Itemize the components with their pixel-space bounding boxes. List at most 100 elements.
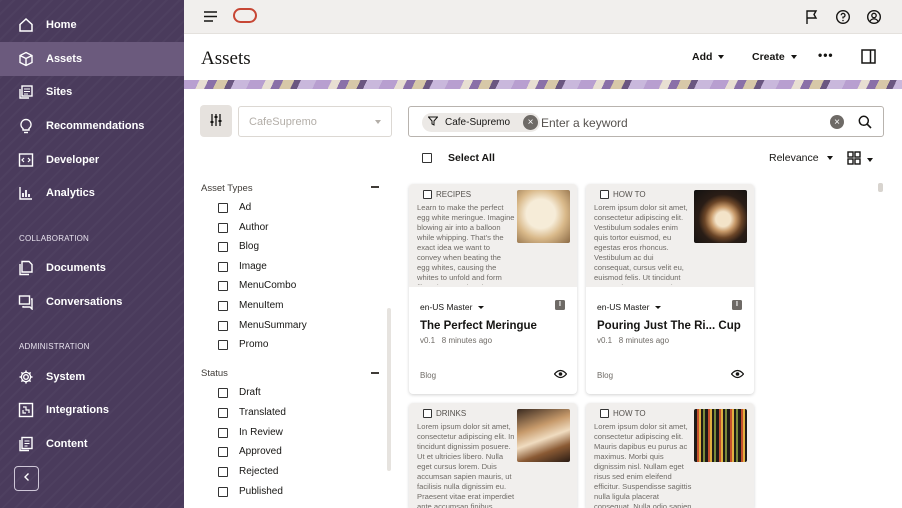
nav-item-documents[interactable]: Documents [0,251,184,285]
collapse-sidebar-button[interactable] [14,466,39,491]
asset-type-option[interactable]: MenuSummary [218,320,307,331]
lightbulb-icon [18,118,34,134]
card-excerpt: Lorem ipsum dolor sit amet, consectetur … [594,203,689,285]
card-type: RECIPES [423,190,471,199]
option-label: Published [239,486,283,497]
select-all-checkbox[interactable] [422,153,432,163]
create-label: Create [752,51,785,63]
asset-type-option[interactable]: MenuItem [218,300,283,311]
chevron-down-icon [826,156,833,160]
flag-icon[interactable] [804,9,820,25]
clear-search-icon[interactable]: × [830,115,844,129]
nav-item-integrations[interactable]: Integrations [0,393,184,427]
option-label: MenuItem [239,300,284,311]
nav-item-recommendations[interactable]: Recommendations [0,109,184,143]
checkbox[interactable] [218,387,228,398]
asset-type-option[interactable]: Ad [218,202,251,213]
oracle-logo [233,8,257,23]
asset-type-option[interactable]: Promo [218,339,268,350]
card-title[interactable]: The Perfect Meringue [420,320,570,332]
chevron-down-icon [655,305,662,309]
card-title[interactable]: Pouring Just The Ri... Cup [597,320,747,332]
more-actions-button[interactable]: ••• [818,48,834,62]
remove-chip-icon[interactable]: × [523,115,538,130]
status-option[interactable]: Rejected [218,466,278,477]
asset-type-option[interactable]: Blog [218,241,259,252]
checkbox[interactable] [218,407,228,418]
status-heading: Status [201,368,228,379]
checkbox[interactable] [218,427,228,438]
asset-card[interactable]: HOW TO Lorem ipsum dolor sit amet, conse… [586,184,754,394]
nav-item-content[interactable]: Content [0,427,184,461]
checkbox[interactable] [218,222,228,233]
add-button[interactable]: Add [692,51,725,63]
nav-item-sites[interactable]: Sites [0,75,184,109]
status-option[interactable]: Translated [218,407,286,418]
card-checkbox[interactable] [423,409,432,418]
nav-item-developer[interactable]: Developer [0,143,184,177]
card-checkbox[interactable] [600,190,609,199]
view-mode-button[interactable] [847,151,873,168]
card-version-info: v0.1 8 minutes ago [597,336,669,345]
section-collaboration: COLLABORATION [19,234,90,243]
asset-type-option[interactable]: Author [218,222,268,233]
filter-scrollbar[interactable] [387,308,391,471]
nav-item-analytics[interactable]: Analytics [0,176,184,210]
side-panel-toggle-icon[interactable] [861,49,876,67]
language-select[interactable]: en-US Master [597,302,662,312]
status-option[interactable]: Published [218,486,283,497]
nav-item-system[interactable]: System [0,360,184,394]
asset-card[interactable]: HOW TO Lorem ipsum dolor sit amet, conse… [586,403,754,508]
card-checkbox[interactable] [600,409,609,418]
asset-type-option[interactable]: Image [218,261,267,272]
home-icon [18,17,34,33]
search-icon[interactable] [858,115,872,132]
checkbox[interactable] [218,486,228,497]
search-input[interactable] [541,114,821,131]
section-administration: ADMINISTRATION [19,342,90,351]
checkbox[interactable] [218,280,228,291]
hamburger-menu-icon[interactable] [204,11,217,25]
checkbox[interactable] [218,339,228,350]
checkbox[interactable] [218,202,228,213]
card-type-label: HOW TO [613,190,646,199]
checkbox[interactable] [218,241,228,252]
help-icon[interactable] [835,9,851,25]
collapse-status-icon[interactable] [371,372,379,374]
nav-label: Analytics [46,187,95,199]
checkbox[interactable] [218,300,228,311]
select-all[interactable]: Select All [422,152,495,164]
checkbox[interactable] [218,261,228,272]
nav-label: System [46,371,86,383]
user-avatar-icon[interactable] [866,9,882,25]
card-checkbox[interactable] [423,190,432,199]
decorative-banner [184,80,902,89]
checkbox[interactable] [218,446,228,457]
nav-item-assets[interactable]: Assets [0,42,184,76]
preview-eye-icon[interactable] [730,369,745,382]
status-option[interactable]: Approved [218,446,282,457]
checkbox[interactable] [218,466,228,477]
asset-card[interactable]: RECIPES Learn to make the perfect egg wh… [409,184,577,394]
sort-dropdown[interactable]: Relevance [769,152,833,164]
language-label: en-US Master [597,302,650,312]
asset-type-option[interactable]: MenuCombo [218,280,296,291]
nav-item-home[interactable]: Home [0,8,184,42]
chevron-down-icon [375,120,381,124]
add-label: Add [692,51,713,63]
checkbox[interactable] [218,320,228,331]
create-button[interactable]: Create [752,51,797,63]
preview-eye-icon[interactable] [553,369,568,382]
status-option[interactable]: Draft [218,387,261,398]
language-select[interactable]: en-US Master [420,302,485,312]
card-preview: HOW TO Lorem ipsum dolor sit amet, conse… [586,403,754,508]
results-scrollbar[interactable] [878,183,883,192]
collapse-asset-types-icon[interactable] [371,186,379,188]
asset-card[interactable]: DRINKS Lorem ipsum dolor sit amet, conse… [409,403,577,508]
filter-toggle-button[interactable] [200,105,232,137]
nav-label: Integrations [46,404,109,416]
nav-label: Developer [46,154,100,166]
status-option[interactable]: In Review [218,427,283,438]
nav-item-conversations[interactable]: Conversations [0,285,184,319]
repository-select[interactable]: CafeSupremo [238,106,392,137]
